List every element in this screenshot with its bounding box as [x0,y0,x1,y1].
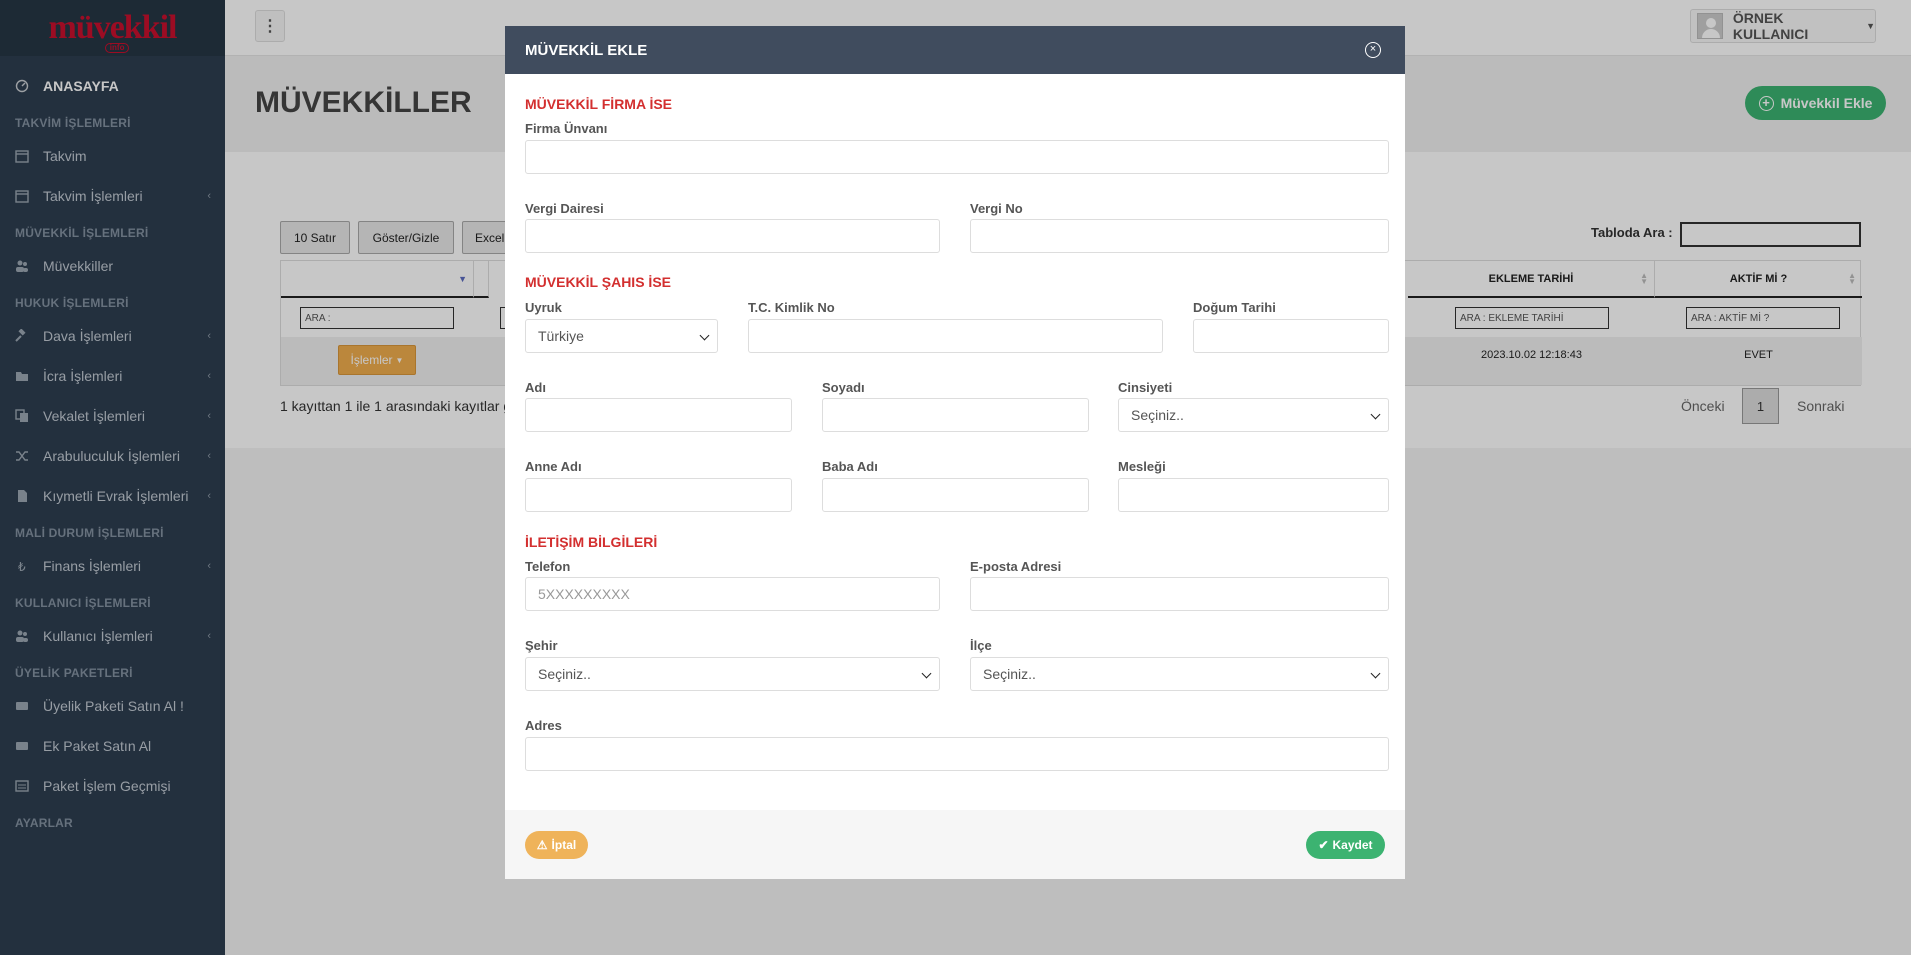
check-icon: ✔ [1318,838,1329,852]
nationality-select[interactable]: Türkiye [525,319,718,353]
city-label: Şehir [525,638,558,653]
warning-icon: ⚠ [536,838,548,852]
father-name-input[interactable] [822,478,1089,512]
phone-input[interactable]: 5XXXXXXXXX [525,577,940,611]
mother-name-label: Anne Adı [525,459,582,474]
modal-header: MÜVEKKİL EKLE × [505,26,1405,74]
father-name-label: Baba Adı [822,459,878,474]
mother-name-input[interactable] [525,478,792,512]
add-client-modal: MÜVEKKİL EKLE × MÜVEKKİL FİRMA İSE Firma… [505,26,1405,879]
last-name-label: Soyadı [822,380,865,395]
last-name-input[interactable] [822,398,1089,432]
address-input[interactable] [525,737,1389,771]
firm-title-input[interactable] [525,140,1389,174]
birth-date-label: Doğum Tarihi [1193,300,1276,315]
occupation-input[interactable] [1118,478,1389,512]
modal-title: MÜVEKKİL EKLE [525,41,648,59]
gender-label: Cinsiyeti [1118,380,1173,395]
person-section-title: MÜVEKKİL ŞAHIS İSE [525,274,671,290]
first-name-label: Adı [525,380,546,395]
tc-id-label: T.C. Kimlik No [748,300,835,315]
tax-number-label: Vergi No [970,201,1023,216]
contact-section-title: İLETİŞİM BİLGİLERİ [525,534,658,550]
tc-id-input[interactable] [748,319,1163,353]
close-icon[interactable]: × [1365,42,1381,58]
phone-label: Telefon [525,559,571,574]
district-select[interactable]: Seçiniz.. [970,657,1389,691]
save-button[interactable]: ✔ Kaydet [1306,831,1385,859]
tax-office-input[interactable] [525,219,940,253]
city-select[interactable]: Seçiniz.. [525,657,940,691]
tax-office-label: Vergi Dairesi [525,201,604,216]
firm-section-title: MÜVEKKİL FİRMA İSE [525,96,673,112]
email-input[interactable] [970,577,1389,611]
tax-number-input[interactable] [970,219,1389,253]
first-name-input[interactable] [525,398,792,432]
modal-footer: ⚠ İptal ✔ Kaydet [505,810,1405,879]
birth-date-input[interactable] [1193,319,1389,353]
email-label: E-posta Adresi [970,559,1062,574]
gender-select[interactable]: Seçiniz.. [1118,398,1389,432]
address-label: Adres [525,718,562,733]
cancel-button[interactable]: ⚠ İptal [525,831,588,859]
district-label: İlçe [970,638,992,653]
nationality-label: Uyruk [525,300,562,315]
firm-title-label: Firma Ünvanı [525,121,608,136]
occupation-label: Mesleği [1118,459,1166,474]
